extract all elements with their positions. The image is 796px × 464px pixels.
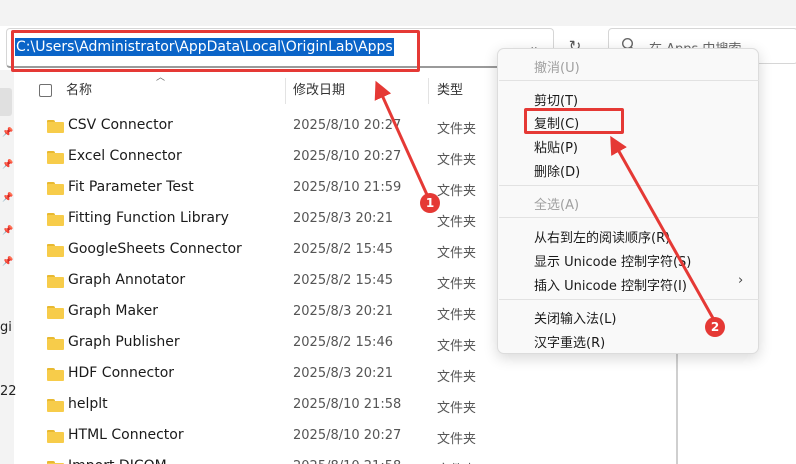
annotation-badge-1: 1 xyxy=(420,193,440,213)
annotation-badge-2: 2 xyxy=(705,317,725,337)
file-explorer-window: C:\Users\Administrator\AppData\Local\Ori… xyxy=(0,0,796,464)
annotation-arrows xyxy=(374,80,716,321)
